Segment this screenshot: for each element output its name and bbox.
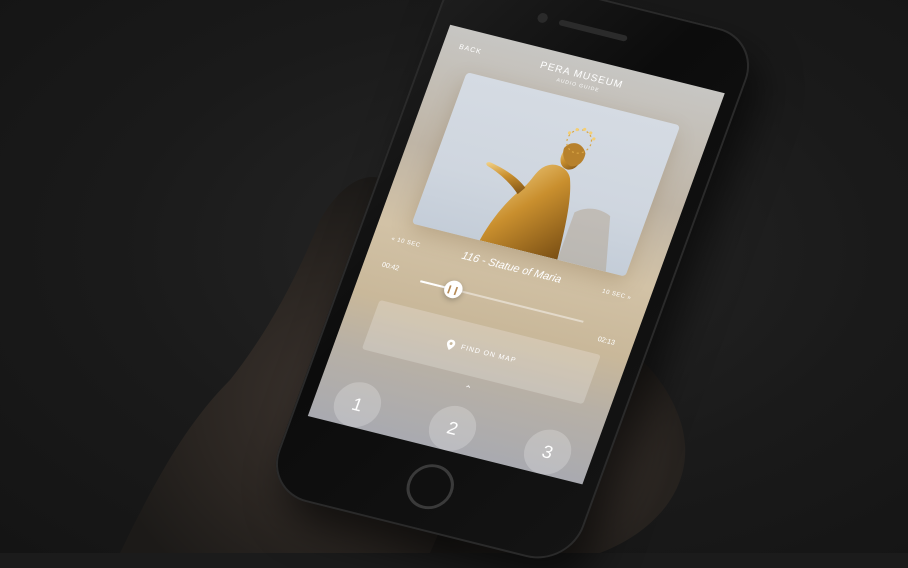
home-button[interactable] (400, 459, 461, 514)
find-on-map-label: FIND ON MAP (459, 343, 518, 365)
time-total: 02:13 (596, 335, 616, 347)
pause-icon: ❙❙ (444, 283, 461, 296)
front-camera (536, 12, 550, 24)
keypad-key-2[interactable]: 2 (422, 401, 483, 456)
keypad-key-1[interactable]: 1 (327, 377, 388, 432)
time-elapsed: 00:42 (380, 261, 401, 273)
keypad-key-3[interactable]: 3 (517, 424, 578, 480)
earpiece-speaker (558, 19, 629, 42)
map-pin-icon (447, 339, 456, 350)
pause-button[interactable]: ❙❙ (441, 278, 465, 300)
